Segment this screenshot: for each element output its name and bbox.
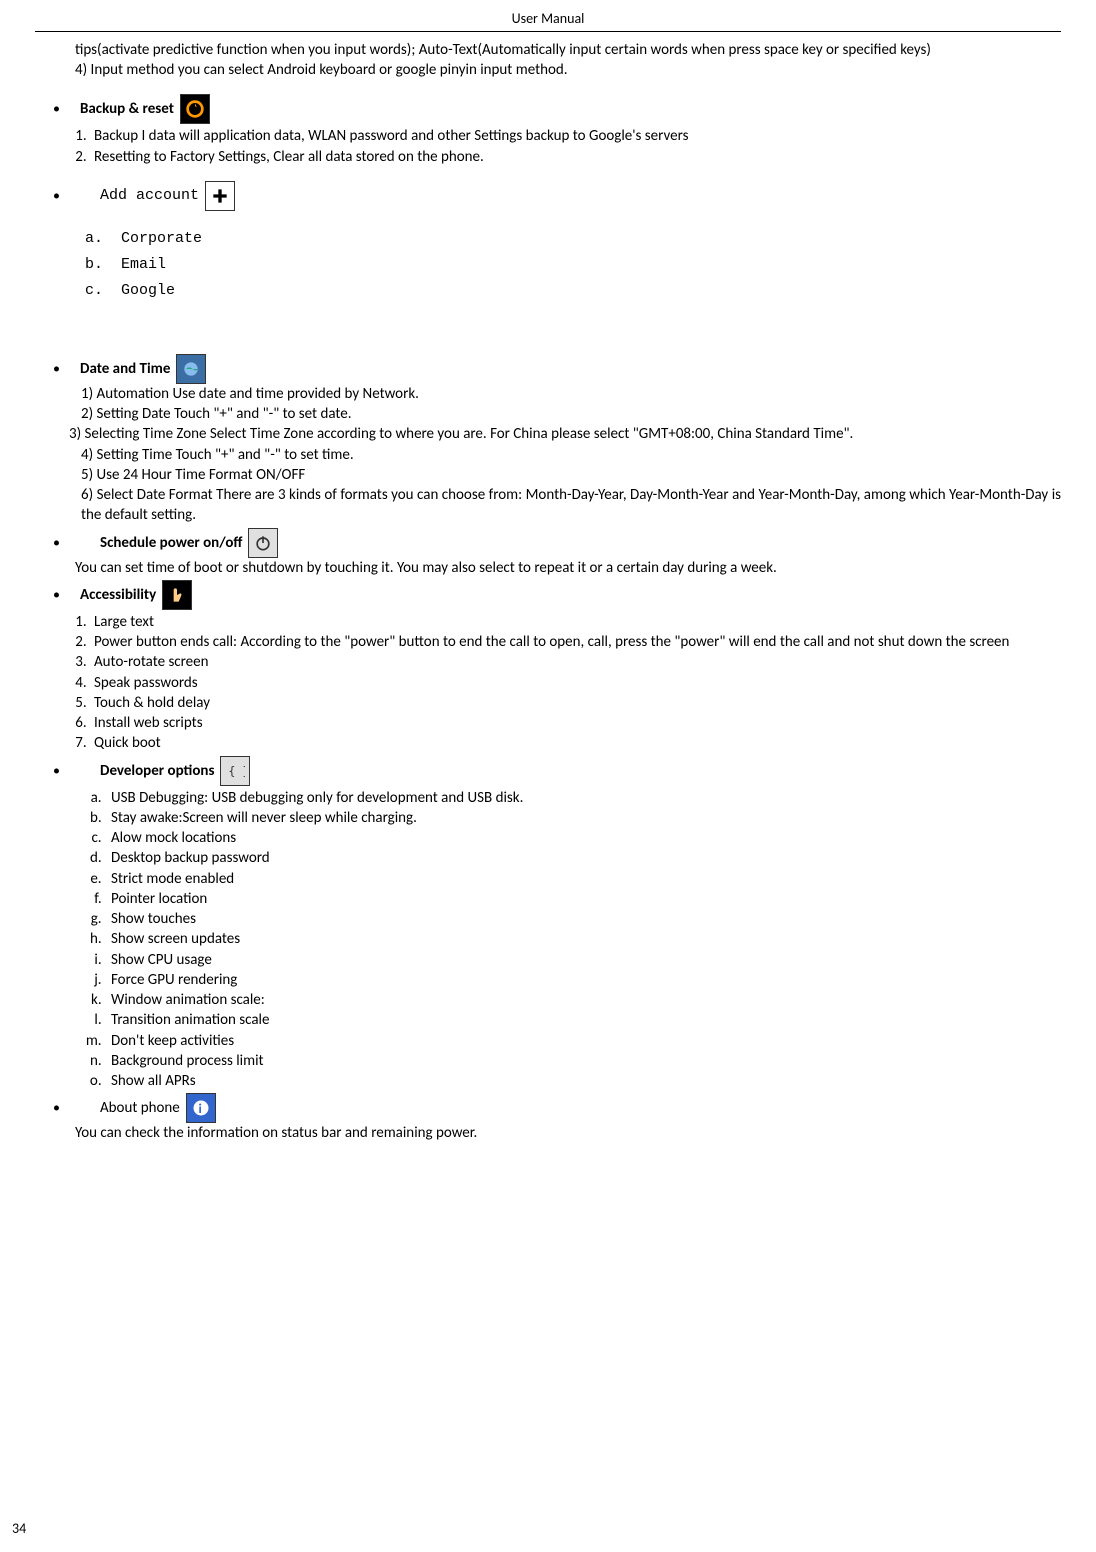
intro-para-2: 4) Input method you can select Android k… <box>75 60 1061 80</box>
access-item-7: Quick boot <box>90 733 1061 753</box>
dev-item-g: Show touches <box>105 909 1061 929</box>
dev-item-j: Force GPU rendering <box>105 970 1061 990</box>
date-item-2: 2) Setting Date Touch "+" and "-" to set… <box>81 404 1061 424</box>
account-corporate: Corporate <box>85 226 1061 252</box>
dev-item-h: Show screen updates <box>105 929 1061 949</box>
date-item-6: 6) Select Date Format There are 3 kinds … <box>81 485 1061 526</box>
add-account-list: Corporate Email Google <box>35 226 1061 305</box>
backup-icon <box>180 94 210 124</box>
schedule-title: Schedule power on/off <box>100 533 242 553</box>
dev-item-b: Stay awake:Screen will never sleep while… <box>105 808 1061 828</box>
globe-icon <box>176 354 206 384</box>
account-google: Google <box>85 278 1061 304</box>
dev-item-o: Show all APRs <box>105 1071 1061 1091</box>
bullet-icon <box>53 761 94 781</box>
power-icon <box>248 528 278 558</box>
access-item-6: Install web scripts <box>90 713 1061 733</box>
svg-text:i: i <box>198 1100 201 1117</box>
dev-item-i: Show CPU usage <box>105 950 1061 970</box>
access-item-2: Power button ends call: According to the… <box>90 632 1061 652</box>
bullet-icon <box>53 99 74 119</box>
schedule-desc: You can set time of boot or shutdown by … <box>75 558 1061 578</box>
dev-item-e: Strict mode enabled <box>105 869 1061 889</box>
dev-item-a: USB Debugging: USB debugging only for de… <box>105 788 1061 808</box>
dev-item-d: Desktop backup password <box>105 848 1061 868</box>
date-time-title: Date and Time <box>80 359 170 379</box>
backup-list: Backup I data will application data, WLA… <box>35 126 1061 167</box>
hand-icon <box>162 580 192 610</box>
dev-item-n: Background process limit <box>105 1051 1061 1071</box>
dev-item-m: Don't keep activities <box>105 1031 1061 1051</box>
info-icon: i <box>186 1093 216 1123</box>
backup-reset-title: Backup & reset <box>80 99 174 119</box>
access-item-3: Auto-rotate screen <box>90 652 1061 672</box>
developer-list: USB Debugging: USB debugging only for de… <box>35 788 1061 1092</box>
page-number: 34 <box>12 1520 26 1539</box>
date-item-1: 1) Automation Use date and time provided… <box>81 384 1061 404</box>
date-item-5: 5) Use 24 Hour Time Format ON/OFF <box>81 465 1061 485</box>
access-item-4: Speak passwords <box>90 673 1061 693</box>
access-item-1: Large text <box>90 612 1061 632</box>
bullet-icon <box>53 585 74 605</box>
dev-item-l: Transition animation scale <box>105 1010 1061 1030</box>
dev-item-c: Alow mock locations <box>105 828 1061 848</box>
date-item-3: 3) Selecting Time Zone Select Time Zone … <box>69 424 1061 444</box>
dev-item-f: Pointer location <box>105 889 1061 909</box>
access-item-5: Touch & hold delay <box>90 693 1061 713</box>
dev-item-k: Window animation scale: <box>105 990 1061 1010</box>
about-phone-title: About phone <box>100 1098 180 1118</box>
bullet-icon <box>53 186 94 206</box>
backup-item-1: Backup I data will application data, WLA… <box>90 126 1061 146</box>
intro-para-1: tips(activate predictive function when y… <box>75 40 1061 60</box>
date-item-4: 4) Setting Time Touch "+" and "-" to set… <box>81 445 1061 465</box>
add-account-title: Add account <box>100 186 199 206</box>
bullet-icon <box>53 533 94 553</box>
about-desc: You can check the information on status … <box>75 1123 1061 1143</box>
accessibility-list: Large text Power button ends call: Accor… <box>35 612 1061 754</box>
account-email: Email <box>85 252 1061 278</box>
backup-item-2: Resetting to Factory Settings, Clear all… <box>90 147 1061 167</box>
braces-icon: { } <box>220 756 250 786</box>
svg-text:{ }: { } <box>229 764 246 778</box>
bullet-icon <box>53 359 74 379</box>
plus-icon <box>205 181 235 211</box>
page-header: User Manual <box>35 10 1061 32</box>
accessibility-title: Accessibility <box>80 585 156 605</box>
developer-title: Developer options <box>100 761 214 781</box>
bullet-icon <box>53 1098 94 1118</box>
